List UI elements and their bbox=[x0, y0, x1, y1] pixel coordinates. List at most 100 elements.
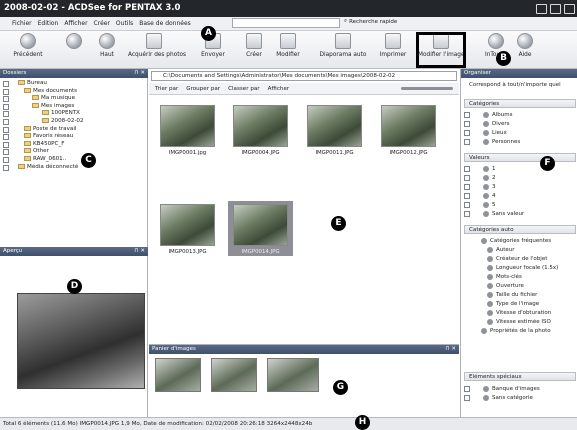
thumbnail[interactable]: IMGP0004.JPG bbox=[228, 102, 293, 157]
rating-item[interactable]: 3 bbox=[461, 183, 577, 191]
tree-item[interactable]: Ma musique bbox=[0, 95, 146, 103]
create-button[interactable]: Créer bbox=[240, 33, 268, 58]
checkbox[interactable] bbox=[464, 386, 470, 392]
checkbox[interactable] bbox=[464, 395, 470, 401]
checkbox[interactable] bbox=[3, 88, 9, 95]
basket-image[interactable] bbox=[267, 358, 319, 392]
rating-item[interactable]: 4 bbox=[461, 192, 577, 200]
tree-item[interactable]: Mes images bbox=[0, 102, 146, 111]
path-bar[interactable]: C:\Documents and Settings\Administrator\… bbox=[151, 71, 457, 81]
tree-item[interactable]: 100PENTX bbox=[0, 110, 146, 118]
auto-category-item[interactable]: Longueur focale (1.5x) bbox=[461, 264, 577, 272]
menu-view[interactable]: Afficher bbox=[64, 20, 87, 27]
maximize-button[interactable] bbox=[550, 4, 561, 14]
tree-item[interactable]: Favoris réseau bbox=[0, 133, 146, 141]
auto-category-item[interactable]: Taille du fichier bbox=[461, 291, 577, 299]
special-item[interactable]: Sans catégorie bbox=[461, 394, 577, 402]
auto-category-item[interactable]: Mots-clés bbox=[461, 273, 577, 281]
checkbox[interactable] bbox=[464, 211, 470, 217]
rating-item[interactable]: 5 bbox=[461, 201, 577, 209]
forward-button[interactable] bbox=[62, 33, 86, 52]
category-item[interactable]: Lieux bbox=[461, 129, 577, 137]
rating-item[interactable]: 1 bbox=[461, 165, 577, 173]
basket-image[interactable] bbox=[211, 358, 257, 392]
special-item[interactable]: Banque d'images bbox=[461, 385, 577, 393]
basket-image[interactable] bbox=[155, 358, 201, 392]
checkbox[interactable] bbox=[464, 130, 470, 136]
checkbox[interactable] bbox=[464, 139, 470, 145]
auto-categories-section[interactable]: Catégories auto bbox=[464, 225, 576, 234]
thumbnail[interactable]: IMGP0001.jpg bbox=[155, 102, 220, 157]
modify-button[interactable]: Modifier bbox=[272, 33, 304, 58]
category-item[interactable]: Albums bbox=[461, 111, 577, 119]
menu-create[interactable]: Créer bbox=[94, 20, 110, 27]
checkbox[interactable] bbox=[464, 193, 470, 199]
categories-section[interactable]: Catégories bbox=[464, 99, 576, 108]
auto-category-item[interactable]: Créateur de l'objet bbox=[461, 255, 577, 263]
ratings-section[interactable]: Valeurs bbox=[464, 153, 576, 162]
checkbox[interactable] bbox=[3, 149, 9, 156]
thumbnail-selected[interactable]: IMGP0014.JPG bbox=[228, 201, 293, 256]
acquire-button[interactable]: Acquérir des photos bbox=[128, 33, 186, 58]
group-by-button[interactable]: Grouper par bbox=[186, 86, 220, 92]
auto-category-item[interactable]: Type de l'image bbox=[461, 300, 577, 308]
auto-category-item[interactable]: Ouverture bbox=[461, 282, 577, 290]
auto-category-item[interactable]: Vitesse estimée ISO bbox=[461, 318, 577, 326]
checkbox[interactable] bbox=[464, 175, 470, 181]
checkbox[interactable] bbox=[3, 141, 9, 148]
checkbox[interactable] bbox=[3, 156, 9, 163]
thumbnail[interactable]: IMGP0013.JPG bbox=[155, 201, 220, 256]
rating-item[interactable]: Sans valeur bbox=[461, 210, 577, 218]
category-item[interactable]: Divers bbox=[461, 120, 577, 128]
minimize-button[interactable] bbox=[536, 4, 547, 14]
checkbox[interactable] bbox=[3, 134, 9, 141]
menu-tools[interactable]: Outils bbox=[116, 20, 133, 27]
checkbox[interactable] bbox=[3, 103, 9, 110]
slideshow-button[interactable]: Diaporama auto bbox=[318, 33, 368, 58]
menu-file[interactable]: Fichier bbox=[12, 20, 32, 27]
checkbox[interactable] bbox=[464, 112, 470, 118]
back-button[interactable]: Précédent bbox=[8, 33, 48, 58]
pin-close-icon[interactable]: ⊓ ✕ bbox=[134, 69, 145, 78]
close-button[interactable] bbox=[564, 4, 575, 14]
tree-item[interactable]: Other bbox=[0, 148, 146, 156]
rating-item[interactable]: 2 bbox=[461, 174, 577, 182]
view-button[interactable]: Afficher bbox=[268, 86, 290, 92]
thumbnail[interactable]: IMGP0011.JPG bbox=[302, 102, 367, 157]
checkbox[interactable] bbox=[464, 166, 470, 172]
checkbox[interactable] bbox=[3, 111, 9, 118]
menu-database[interactable]: Base de données bbox=[139, 20, 191, 27]
auto-category-item[interactable]: Vitesse d'obturation bbox=[461, 309, 577, 317]
checkbox[interactable] bbox=[464, 121, 470, 127]
checkbox[interactable] bbox=[464, 184, 470, 190]
classify-by-button[interactable]: Classer par bbox=[228, 86, 260, 92]
tree-item[interactable]: Poste de travail bbox=[0, 125, 146, 134]
filter-dropdown[interactable]: Correspond à tout/n'importe quel bbox=[461, 81, 577, 89]
zoom-slider[interactable] bbox=[401, 87, 453, 90]
auto-category-item[interactable]: Auteur bbox=[461, 246, 577, 254]
checkbox[interactable] bbox=[3, 96, 9, 103]
menu-edit[interactable]: Edition bbox=[38, 20, 59, 27]
thumbnail[interactable]: IMGP0012.JPG bbox=[376, 102, 441, 157]
print-button[interactable]: Imprimer bbox=[376, 33, 410, 58]
category-item[interactable]: Personnes bbox=[461, 138, 577, 146]
auto-category-item[interactable]: Propriétés de la photo bbox=[461, 327, 577, 335]
checkbox[interactable] bbox=[3, 164, 9, 171]
sort-by-button[interactable]: Trier par bbox=[155, 86, 178, 92]
tree-item[interactable]: KB450PC_F bbox=[0, 140, 146, 149]
checkbox[interactable] bbox=[3, 118, 9, 125]
help-button[interactable]: Aide bbox=[512, 33, 538, 58]
tree-item[interactable]: RAW_0601.. bbox=[0, 155, 146, 164]
special-items-section[interactable]: Eléments spéciaux bbox=[464, 372, 576, 381]
tree-item[interactable]: Média déconnecté bbox=[0, 163, 146, 172]
tree-item[interactable]: Bureau bbox=[0, 80, 146, 88]
tree-item[interactable]: 2008-02-02 bbox=[0, 117, 146, 126]
pin-close-icon[interactable]: ⊓ ✕ bbox=[445, 345, 456, 354]
quick-search[interactable]: ⌕ Recherche rapide bbox=[344, 18, 397, 25]
pin-close-icon[interactable]: ⊓ ✕ bbox=[134, 247, 145, 256]
address-input[interactable] bbox=[232, 18, 340, 28]
tree-item[interactable]: Mes documents bbox=[0, 87, 146, 96]
checkbox[interactable] bbox=[3, 81, 9, 87]
up-button[interactable]: Haut bbox=[92, 33, 122, 58]
auto-category-item[interactable]: Catégories fréquentes bbox=[461, 237, 577, 245]
